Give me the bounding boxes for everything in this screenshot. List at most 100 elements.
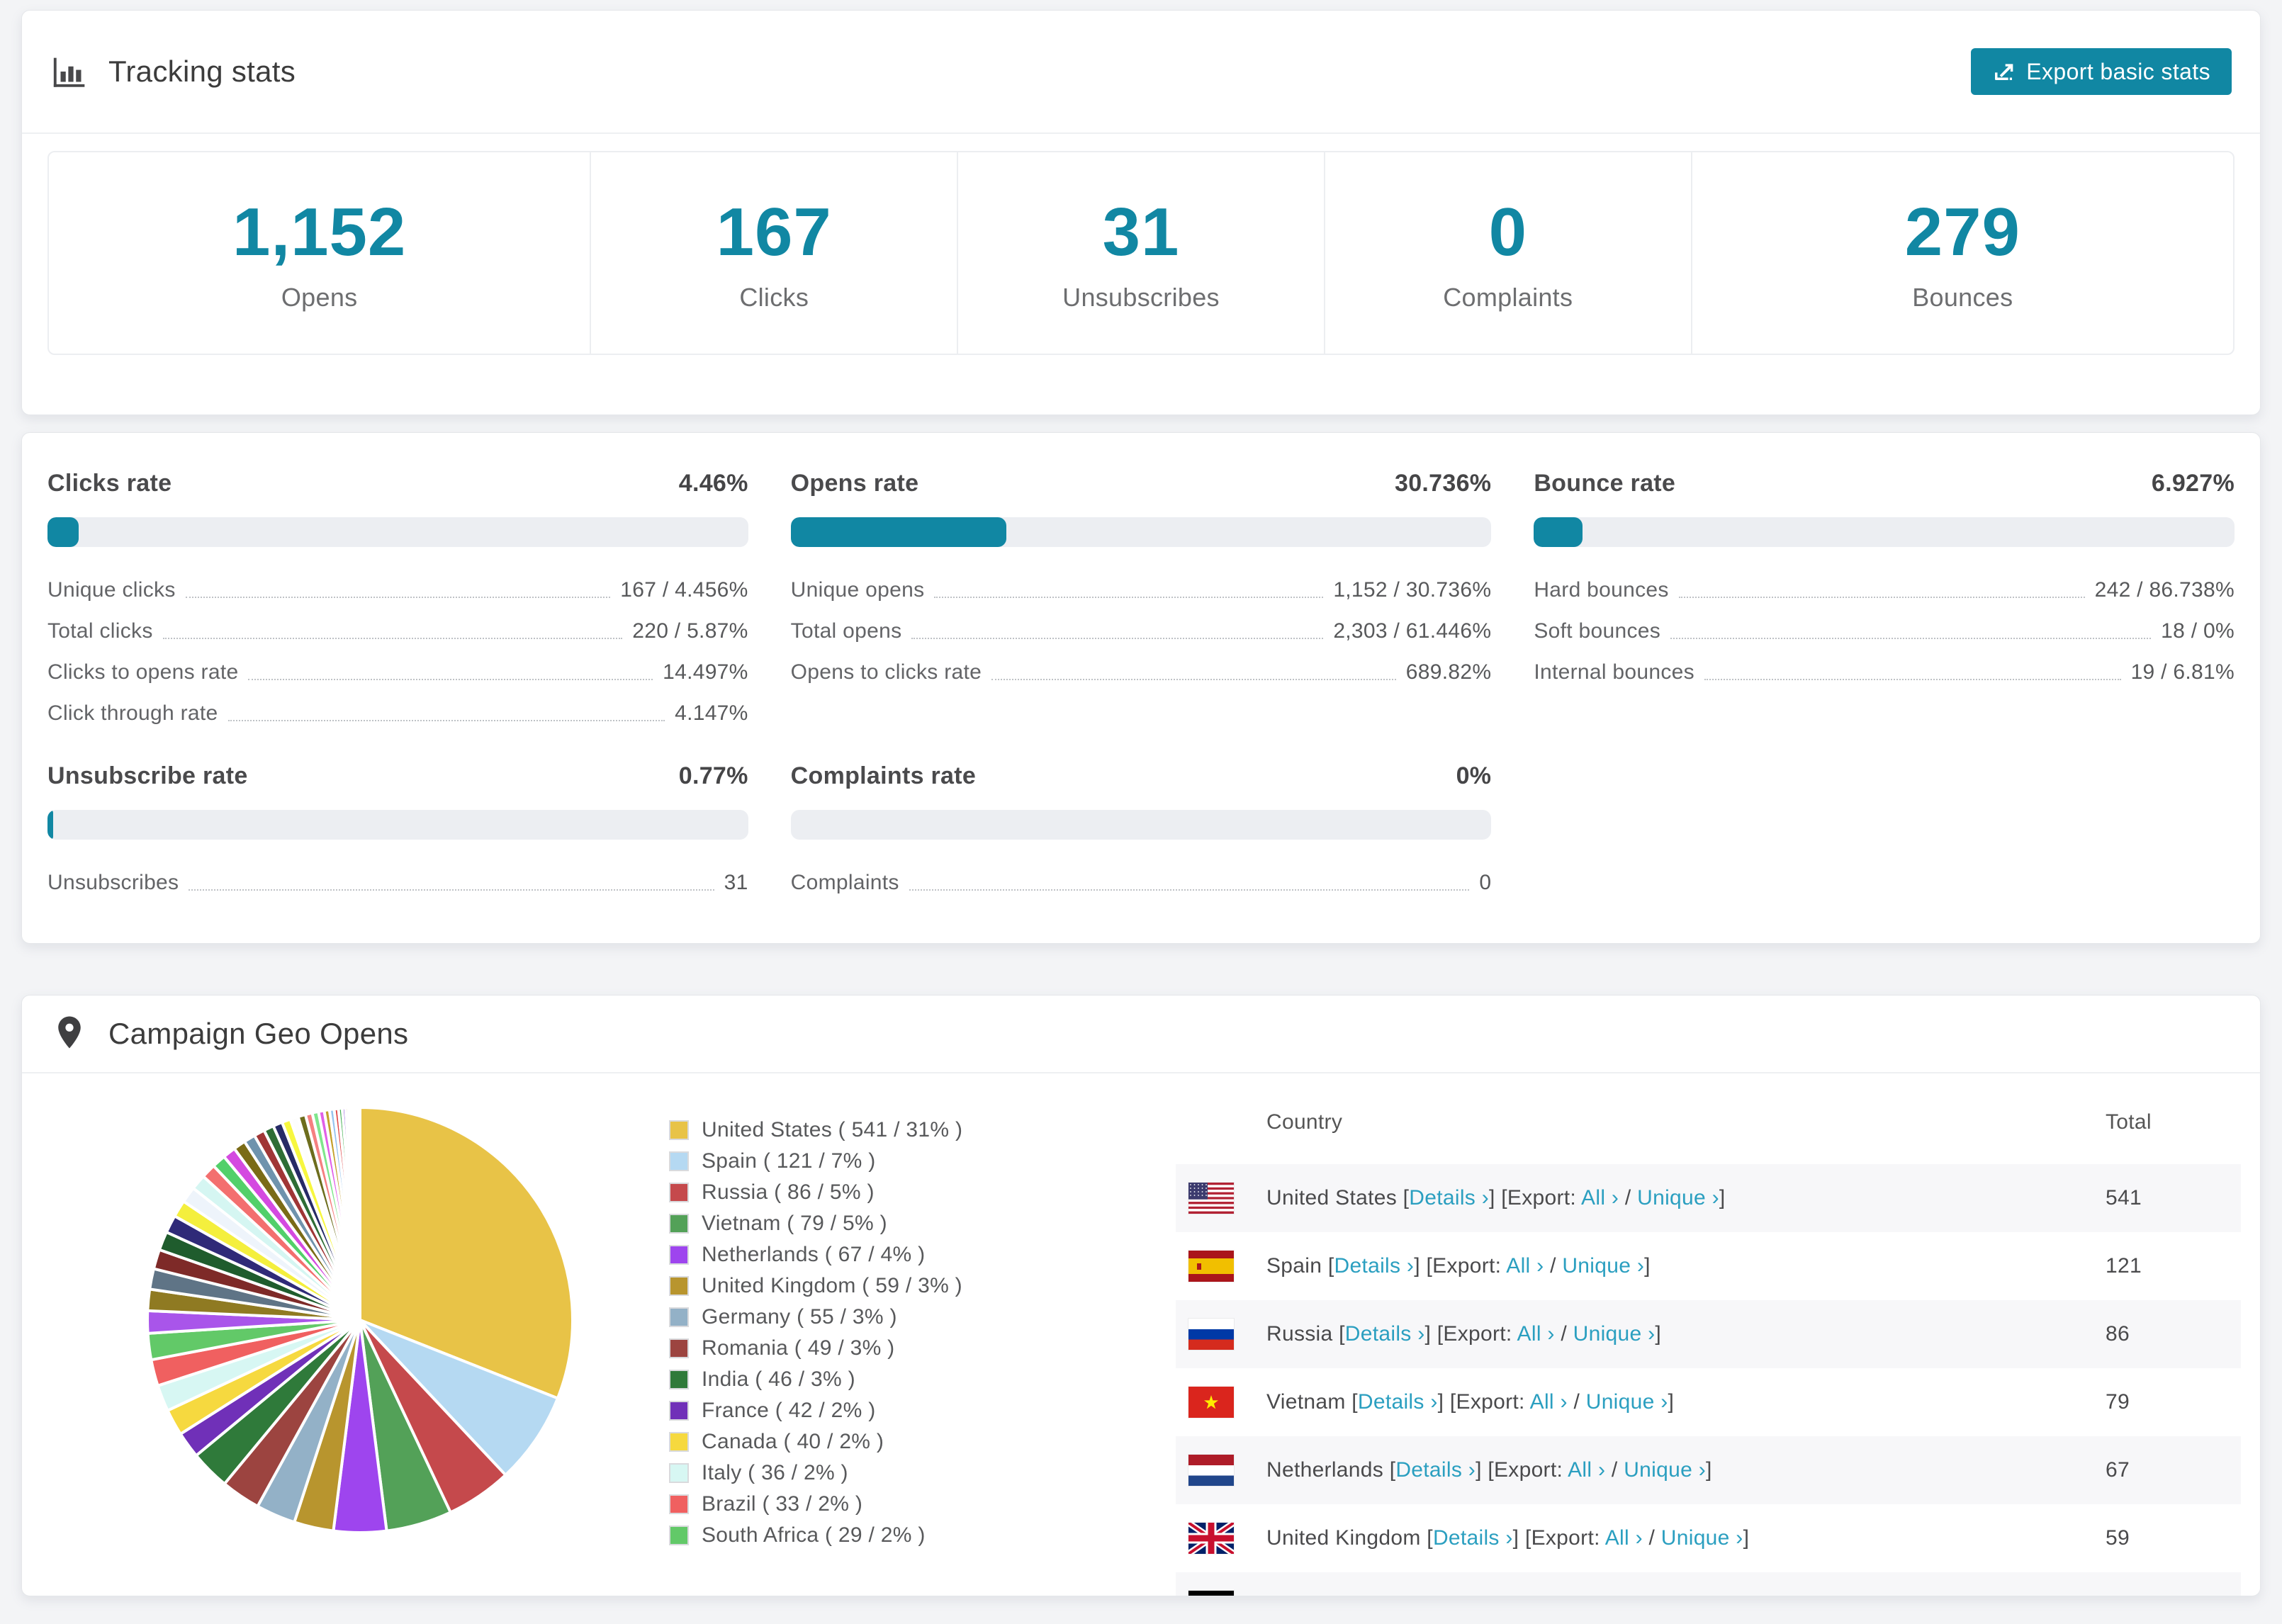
legend-label: Italy ( 36 / 2% ) bbox=[702, 1461, 848, 1484]
rate-row: Total opens 2,303 / 61.446% bbox=[791, 607, 1492, 648]
geo-body: United States ( 541 / 31% ) Spain ( 121 /… bbox=[22, 1073, 2260, 1596]
legend-item-romania[interactable]: Romania ( 49 / 3% ) bbox=[669, 1333, 962, 1364]
rate-row-leader bbox=[1678, 597, 2085, 598]
export-unique-link-spain[interactable]: Unique › bbox=[1562, 1254, 1644, 1278]
stat-cell-complaints: 0 Complaints bbox=[1325, 152, 1692, 354]
rate-row-label: Total clicks bbox=[47, 619, 153, 643]
geo-table-header: Country Total bbox=[1176, 1081, 2241, 1164]
details-link-netherlands[interactable]: Details › bbox=[1395, 1458, 1476, 1482]
rate-row-label: Hard bounces bbox=[1534, 578, 1669, 602]
export-all-link-united-kingdom[interactable]: All › bbox=[1605, 1526, 1643, 1550]
details-link-spain[interactable]: Details › bbox=[1334, 1254, 1415, 1278]
legend-label: Vietnam ( 79 / 5% ) bbox=[702, 1212, 887, 1235]
geo-header: Campaign Geo Opens bbox=[22, 996, 2260, 1072]
legend-item-russia[interactable]: Russia ( 86 / 5% ) bbox=[669, 1177, 962, 1208]
export-all-link-spain[interactable]: All › bbox=[1506, 1254, 1544, 1278]
progress-fill bbox=[1534, 517, 1583, 547]
progress-bar bbox=[790, 810, 1492, 840]
legend-item-spain[interactable]: Spain ( 121 / 7% ) bbox=[669, 1146, 962, 1177]
link-separator: / bbox=[1605, 1458, 1624, 1482]
details-link-russia[interactable]: Details › bbox=[1345, 1322, 1425, 1346]
export-all-link-russia[interactable]: All › bbox=[1517, 1322, 1555, 1346]
legend-item-united-kingdom[interactable]: United Kingdom ( 59 / 3% ) bbox=[669, 1270, 962, 1302]
legend-swatch-color bbox=[670, 1465, 687, 1482]
total-value: 55 bbox=[2106, 1594, 2241, 1596]
export-unique-link-united-states[interactable]: Unique › bbox=[1637, 1186, 1719, 1209]
legend-swatch-color bbox=[670, 1184, 687, 1201]
legend-swatch bbox=[669, 1245, 689, 1265]
export-all-link-netherlands[interactable]: All › bbox=[1568, 1458, 1605, 1482]
legend-swatch bbox=[669, 1120, 689, 1140]
country-flag-us bbox=[1188, 1183, 1234, 1214]
export-prefix: ] [Export: bbox=[1447, 1594, 1539, 1596]
stats-strip: 1,152 Opens 167 Clicks 31 Unsubscribes 0 Compla… bbox=[47, 151, 2235, 355]
export-prefix: ] [Export: bbox=[1414, 1254, 1507, 1278]
rate-row-value: 14.497% bbox=[663, 660, 748, 684]
legend-swatch bbox=[669, 1494, 689, 1514]
export-prefix: ] [Export: bbox=[1476, 1458, 1568, 1482]
rate-rows: Complaints 0 bbox=[791, 858, 1492, 899]
rate-row-value: 689.82% bbox=[1405, 660, 1492, 684]
legend-item-brazil[interactable]: Brazil ( 33 / 2% ) bbox=[669, 1489, 962, 1520]
legend-item-germany[interactable]: Germany ( 55 / 3% ) bbox=[669, 1302, 962, 1333]
tracking-stats-header: Tracking stats Export basic stats bbox=[22, 11, 2260, 132]
rate-row-leader bbox=[909, 889, 1470, 891]
country-cell: Russia [Details ›] [Export: All › / Uniq… bbox=[1266, 1322, 2106, 1346]
export-all-link-vietnam[interactable]: All › bbox=[1530, 1390, 1568, 1414]
country-name: Vietnam [ bbox=[1266, 1390, 1358, 1414]
export-all-link-germany[interactable]: All › bbox=[1540, 1594, 1578, 1596]
legend-item-italy[interactable]: Italy ( 36 / 2% ) bbox=[669, 1457, 962, 1489]
details-link-united-kingdom[interactable]: Details › bbox=[1433, 1526, 1513, 1550]
rate-row-value: 242 / 86.738% bbox=[2094, 578, 2235, 602]
legend-swatch bbox=[669, 1338, 689, 1358]
rate-rows: Unique opens 1,152 / 30.736% Total opens 2,… bbox=[791, 565, 1492, 689]
legend-item-france[interactable]: France ( 42 / 2% ) bbox=[669, 1395, 962, 1426]
legend-item-canada[interactable]: Canada ( 40 / 2% ) bbox=[669, 1426, 962, 1457]
details-link-germany[interactable]: Details › bbox=[1368, 1594, 1448, 1596]
total-value: 86 bbox=[2106, 1322, 2130, 1346]
bracket-close: ] bbox=[1705, 1458, 1712, 1482]
stat-value: 1,152 bbox=[232, 194, 407, 270]
rate-value: 30.736% bbox=[1395, 470, 1492, 497]
legend-swatch-color bbox=[670, 1309, 687, 1326]
rate-row-label: Soft bounces bbox=[1534, 619, 1661, 643]
legend-label: Spain ( 121 / 7% ) bbox=[702, 1149, 876, 1173]
legend-swatch bbox=[669, 1151, 689, 1171]
legend-item-netherlands[interactable]: Netherlands ( 67 / 4% ) bbox=[669, 1239, 962, 1270]
rate-row: Unsubscribes 31 bbox=[47, 858, 748, 899]
rate-title: Complaints rate bbox=[790, 762, 977, 789]
table-row-germany: Germany [Details ›] [Export: All › / Uni… bbox=[1176, 1572, 2241, 1596]
stat-label: Bounces bbox=[1912, 283, 2013, 312]
rate-row: Soft bounces 18 / 0% bbox=[1534, 607, 2235, 648]
legend-item-south-africa[interactable]: South Africa ( 29 / 2% ) bbox=[669, 1520, 962, 1551]
legend-swatch bbox=[669, 1401, 689, 1421]
legend-swatch-color bbox=[670, 1122, 687, 1139]
legend-swatch bbox=[669, 1432, 689, 1452]
rate-title: Bounce rate bbox=[1534, 470, 1676, 497]
link-separator: / bbox=[1642, 1526, 1661, 1550]
legend-item-india[interactable]: India ( 46 / 3% ) bbox=[669, 1364, 962, 1395]
export-basic-stats-button[interactable]: Export basic stats bbox=[1971, 48, 2232, 95]
legend-item-united-states[interactable]: United States ( 541 / 31% ) bbox=[669, 1115, 962, 1146]
rate-row-value: 0 bbox=[1479, 871, 1492, 894]
details-link-united-states[interactable]: Details › bbox=[1409, 1186, 1489, 1209]
details-link-vietnam[interactable]: Details › bbox=[1358, 1390, 1438, 1414]
export-unique-link-vietnam[interactable]: Unique › bbox=[1586, 1390, 1668, 1414]
geo-title: Campaign Geo Opens bbox=[108, 1017, 409, 1050]
total-value: 67 bbox=[2106, 1458, 2130, 1482]
export-unique-link-netherlands[interactable]: Unique › bbox=[1624, 1458, 1706, 1482]
export-prefix: ] [Export: bbox=[1489, 1186, 1582, 1209]
country-cell: United Kingdom [Details ›] [Export: All … bbox=[1266, 1526, 2106, 1550]
geo-pie-chart bbox=[146, 1105, 574, 1534]
export-unique-link-russia[interactable]: Unique › bbox=[1573, 1322, 1656, 1346]
stat-cell-opens: 1,152 Opens bbox=[49, 152, 592, 354]
export-prefix: ] [Export: bbox=[1512, 1526, 1605, 1550]
legend-item-vietnam[interactable]: Vietnam ( 79 / 5% ) bbox=[669, 1208, 962, 1239]
country-flag-nl bbox=[1188, 1455, 1234, 1486]
export-unique-link-united-kingdom[interactable]: Unique › bbox=[1661, 1526, 1743, 1550]
legend-swatch-color bbox=[670, 1340, 687, 1357]
export-unique-link-germany[interactable]: Unique › bbox=[1596, 1594, 1678, 1596]
export-all-link-united-states[interactable]: All › bbox=[1581, 1186, 1619, 1209]
legend-label: France ( 42 / 2% ) bbox=[702, 1399, 876, 1422]
geo-table: Country Total United States [Details ›] … bbox=[1176, 1081, 2241, 1596]
